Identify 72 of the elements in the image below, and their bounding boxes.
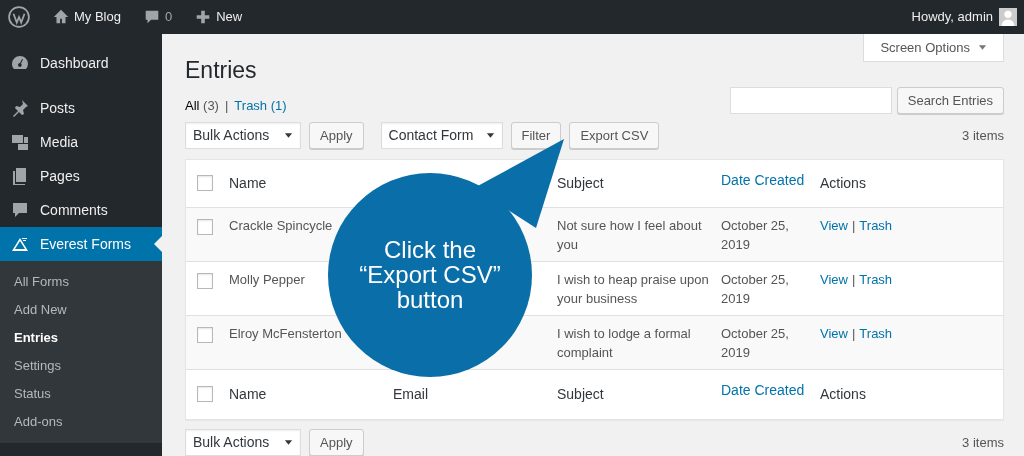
- checkbox[interactable]: [197, 218, 213, 235]
- checkbox[interactable]: [197, 326, 213, 343]
- checkbox[interactable]: [197, 175, 213, 191]
- checkbox[interactable]: [197, 272, 213, 289]
- column-header: Actions: [820, 384, 867, 404]
- search-button[interactable]: Search Entries: [896, 87, 1004, 114]
- column-header: Name: [229, 173, 268, 193]
- page-title: Entries: [185, 56, 257, 85]
- submenu-item[interactable]: All Forms: [0, 268, 162, 296]
- current-menu-pointer: [154, 236, 162, 252]
- sidebar-item[interactable]: Dashboard: [0, 46, 162, 80]
- action-link[interactable]: Trash: [859, 323, 893, 369]
- media-icon: [10, 132, 30, 152]
- action-link[interactable]: View: [820, 269, 848, 315]
- search-field[interactable]: [729, 87, 892, 114]
- caret-icon: [284, 131, 293, 140]
- table-cell-text: October 25, 2019: [721, 270, 790, 308]
- site-name-link[interactable]: My Blog: [74, 7, 121, 27]
- column-sort-link[interactable]: Date Created: [721, 169, 820, 191]
- table-cell-text: October 25, 2019: [721, 216, 790, 254]
- caret-icon: [978, 43, 987, 52]
- submenu-item[interactable]: Settings: [0, 352, 162, 380]
- column-sort-link[interactable]: Date Created: [721, 379, 820, 401]
- apply-button[interactable]: Apply: [309, 429, 364, 456]
- status-filter-link[interactable]: Trash (1): [234, 96, 287, 116]
- apply-button[interactable]: Apply: [309, 122, 364, 149]
- table-cell-text: Elroy McFensterton: [229, 324, 343, 343]
- sidebar-item[interactable]: Posts: [0, 91, 162, 125]
- export-csv-button[interactable]: Export CSV: [569, 122, 660, 149]
- item-count: 3 items: [962, 126, 1004, 145]
- sidebar-item[interactable]: Media: [0, 125, 162, 159]
- sidebar-item[interactable]: Comments: [0, 193, 162, 227]
- column-header: Actions: [820, 173, 867, 193]
- action-link[interactable]: View: [820, 323, 848, 369]
- comment-count[interactable]: 0: [164, 7, 173, 27]
- submenu-item[interactable]: Add New: [0, 296, 162, 324]
- select-dropdown[interactable]: Bulk Actions: [185, 429, 301, 456]
- callout-text: Click the “Export CSV” button: [358, 237, 502, 312]
- filter-button[interactable]: Filter: [510, 122, 562, 149]
- view-separator: |: [224, 97, 229, 115]
- column-header: Subject: [557, 173, 605, 193]
- column-header: Name: [229, 384, 268, 404]
- action-link[interactable]: Trash: [859, 215, 893, 261]
- sidebar-item[interactable]: Everest Forms: [0, 227, 162, 261]
- table-cell-text: October 25, 2019: [721, 324, 790, 362]
- table-cell-text: Not sure how I feel about you: [557, 216, 703, 254]
- table-cell-text: I wish to lodge a formal complaint: [557, 324, 692, 362]
- submenu-item[interactable]: Status: [0, 380, 162, 408]
- home-icon: [52, 8, 70, 26]
- submenu-item[interactable]: Add-ons: [0, 408, 162, 436]
- select-dropdown[interactable]: Contact Form: [380, 122, 503, 149]
- action-link[interactable]: View: [820, 215, 848, 261]
- select-dropdown[interactable]: Bulk Actions: [185, 122, 301, 149]
- column-header: Email: [393, 384, 429, 404]
- avatar-icon: [999, 8, 1017, 26]
- checkbox[interactable]: [197, 386, 213, 402]
- action-link[interactable]: Trash: [859, 269, 893, 315]
- screen-options-button[interactable]: Screen Options: [863, 34, 1004, 62]
- item-count: 3 items: [962, 433, 1004, 452]
- sidebar-item[interactable]: Pages: [0, 159, 162, 193]
- link-separator: |: [851, 216, 856, 235]
- submenu-item[interactable]: Entries: [0, 324, 162, 352]
- table-cell-text: I wish to heap praise upon your business: [557, 270, 710, 308]
- wordpress-logo-icon: [8, 6, 30, 28]
- link-separator: |: [851, 270, 856, 289]
- greeting-link[interactable]: Howdy, admin: [911, 7, 993, 27]
- column-header: Subject: [557, 384, 605, 404]
- link-separator: |: [851, 324, 856, 343]
- comment-icon: [10, 200, 30, 220]
- new-link[interactable]: New: [216, 7, 243, 27]
- caret-icon: [284, 438, 293, 447]
- status-filter-link[interactable]: All (3): [185, 96, 219, 116]
